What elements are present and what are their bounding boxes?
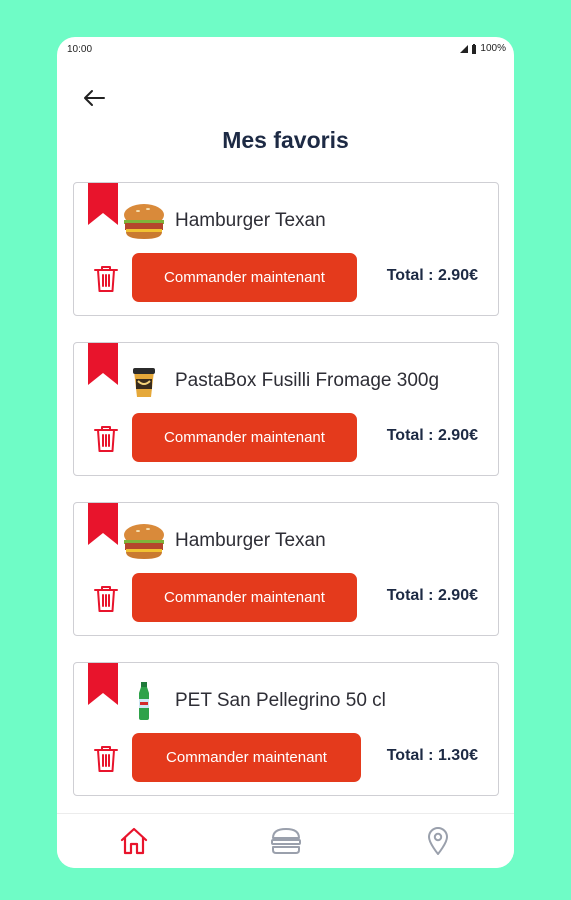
order-now-button[interactable]: Commander maintenant <box>132 573 357 622</box>
phone-screen: 10:00 100% Mes favoris Hamburger Texan C… <box>57 37 514 868</box>
back-arrow-icon <box>84 90 105 106</box>
home-icon <box>120 827 148 855</box>
trash-icon[interactable] <box>93 584 119 614</box>
status-time: 10:00 <box>67 44 93 55</box>
battery-percent: 100% <box>480 43 506 54</box>
bottle-image <box>139 682 149 720</box>
status-bar: 10:00 100% <box>57 37 514 61</box>
burger-image <box>124 524 164 559</box>
favorite-card: PastaBox Fusilli Fromage 300g Commander … <box>73 342 499 476</box>
total-price: Total : 1.30€ <box>386 747 478 764</box>
status-indicators: 100% <box>460 43 506 54</box>
total-price: Total : 2.90€ <box>386 427 478 444</box>
burger-image <box>124 204 164 239</box>
product-name: Hamburger Texan <box>175 530 326 551</box>
pastabox-image <box>133 368 155 397</box>
bookmark-icon[interactable] <box>88 343 118 385</box>
bottom-nav <box>57 813 514 868</box>
trash-icon[interactable] <box>93 424 119 454</box>
favorite-card: Hamburger Texan Commander maintenant Tot… <box>73 502 499 636</box>
order-now-button[interactable]: Commander maintenant <box>132 413 357 462</box>
bookmark-icon[interactable] <box>88 503 118 545</box>
nav-home[interactable] <box>114 823 154 859</box>
order-now-button[interactable]: Commander maintenant <box>132 253 357 302</box>
total-price: Total : 2.90€ <box>386 267 478 284</box>
product-name: PET San Pellegrino 50 cl <box>175 690 386 711</box>
favorite-card: PET San Pellegrino 50 cl Commander maint… <box>73 662 499 796</box>
trash-icon[interactable] <box>93 744 119 774</box>
signal-icon <box>460 44 469 53</box>
product-name: Hamburger Texan <box>175 210 326 231</box>
bookmark-icon[interactable] <box>88 663 118 705</box>
page-title: Mes favoris <box>222 127 349 153</box>
bookmark-icon[interactable] <box>88 183 118 225</box>
favorites-list: Hamburger Texan Commander maintenant Tot… <box>73 182 499 822</box>
nav-location[interactable] <box>418 823 458 859</box>
burger-icon <box>271 828 301 854</box>
location-pin-icon <box>428 827 448 855</box>
trash-icon[interactable] <box>93 264 119 294</box>
product-name: PastaBox Fusilli Fromage 300g <box>175 370 440 391</box>
order-now-button[interactable]: Commander maintenant <box>132 733 361 782</box>
back-button[interactable] <box>79 85 109 111</box>
favorite-card: Hamburger Texan Commander maintenant Tot… <box>73 182 499 316</box>
nav-menu[interactable] <box>266 823 306 859</box>
battery-icon <box>472 43 477 54</box>
total-price: Total : 2.90€ <box>386 587 478 604</box>
